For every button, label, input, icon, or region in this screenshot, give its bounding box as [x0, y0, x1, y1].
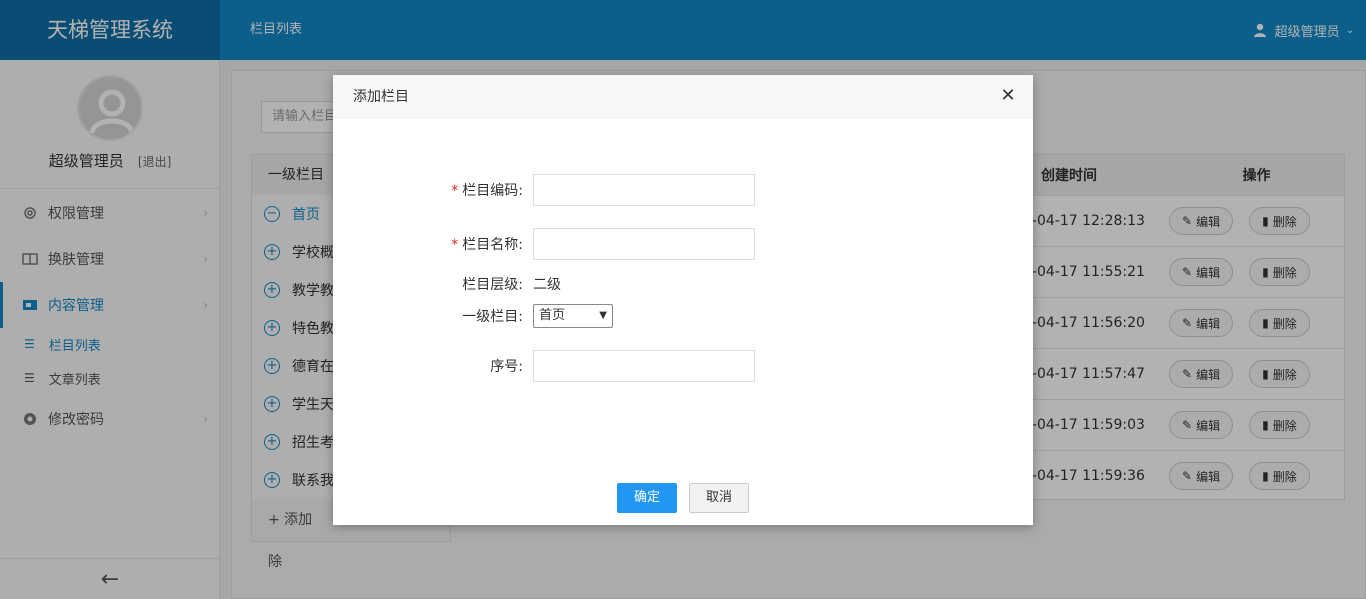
order-label: 序号: — [490, 359, 523, 375]
parent-select-value: 首页 — [539, 308, 566, 323]
dialog-title: 添加栏目 — [333, 75, 1033, 118]
parent-column-select[interactable]: 首页 ▼ — [533, 304, 613, 328]
order-input[interactable] — [533, 350, 755, 382]
close-icon[interactable]: ✕ — [999, 87, 1017, 105]
required-mark: * — [451, 183, 459, 199]
confirm-button[interactable]: 确定 — [617, 483, 677, 513]
form-row-name: * 栏目名称: — [333, 228, 1033, 260]
name-label: * 栏目名称: — [333, 234, 533, 254]
required-mark: * — [451, 237, 459, 253]
level-label: 栏目层级: — [462, 277, 523, 293]
code-label-text: 栏目编码: — [462, 183, 523, 199]
level-value: 二级 — [533, 277, 561, 293]
parent-label: 一级栏目: — [462, 309, 523, 325]
name-label-text: 栏目名称: — [462, 237, 523, 253]
column-name-input[interactable] — [533, 228, 755, 260]
column-code-input[interactable] — [533, 174, 755, 206]
code-label: * 栏目编码: — [333, 180, 533, 200]
form-row-level: 栏目层级: 二级 — [333, 274, 1033, 294]
caret-down-icon: ▼ — [599, 310, 607, 321]
add-column-dialog: 添加栏目 ✕ * 栏目编码: * 栏目名称: 栏目层级: 二级 一级栏目: 首页 ▼… — [333, 75, 1033, 525]
form-row-parent: 一级栏目: 首页 ▼ — [333, 304, 1033, 328]
form-row-code: * 栏目编码: — [333, 174, 1033, 206]
cancel-button[interactable]: 取消 — [689, 483, 749, 513]
form-row-order: 序号: — [333, 350, 1033, 382]
